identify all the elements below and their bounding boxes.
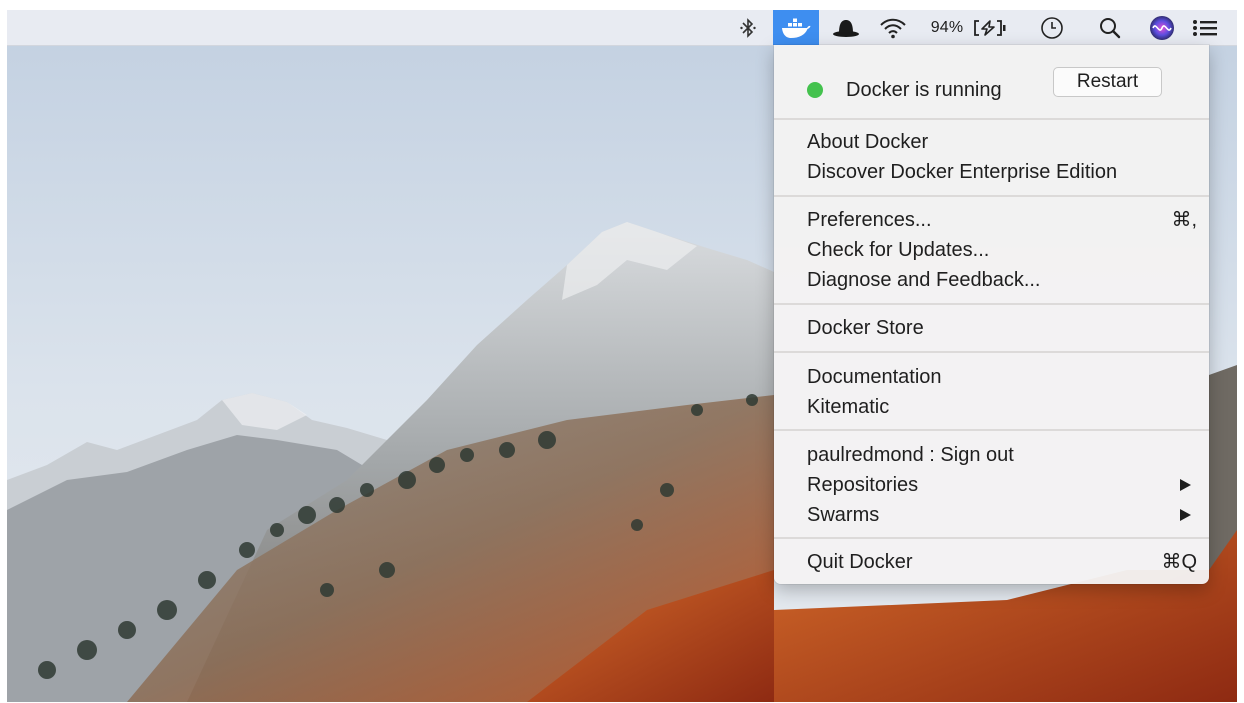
menu-item-quit-docker[interactable]: Quit Docker	[807, 550, 913, 574]
wifi-icon[interactable]	[875, 10, 911, 45]
menu-item-preferences[interactable]: Preferences...	[807, 208, 932, 232]
time-machine-icon[interactable]	[1037, 10, 1067, 45]
bluetooth-icon[interactable]	[735, 10, 761, 45]
menu-item-about-docker[interactable]: About Docker	[807, 130, 928, 154]
desktop: 94% Docker is running Restart About Dock…	[7, 10, 1237, 702]
restart-button[interactable]: Restart	[1053, 67, 1162, 97]
menu-item-discover-enterprise[interactable]: Discover Docker Enterprise Edition	[807, 160, 1117, 184]
submenu-arrow-icon	[1180, 509, 1191, 521]
docker-dropdown-menu: Docker is running Restart About Docker D…	[774, 45, 1209, 584]
menu-separator	[774, 118, 1209, 120]
menu-item-kitematic[interactable]: Kitematic	[807, 395, 889, 419]
menu-item-swarms[interactable]: Swarms	[807, 503, 879, 527]
menu-separator	[774, 429, 1209, 431]
preferences-shortcut: ⌘,	[1171, 209, 1197, 231]
battery-charging-icon[interactable]	[971, 10, 1009, 45]
menu-bar: 94%	[7, 10, 1237, 46]
menu-separator	[774, 537, 1209, 539]
menu-item-repositories[interactable]: Repositories	[807, 473, 918, 497]
quit-shortcut: ⌘Q	[1161, 551, 1197, 573]
battery-percent[interactable]: 94%	[925, 10, 969, 45]
menu-item-diagnose-feedback[interactable]: Diagnose and Feedback...	[807, 268, 1041, 292]
menu-item-check-updates[interactable]: Check for Updates...	[807, 238, 989, 262]
menu-separator	[774, 303, 1209, 305]
menu-separator	[774, 351, 1209, 353]
docker-status-text: Docker is running	[846, 79, 1002, 101]
battery-percent-label: 94%	[930, 18, 964, 36]
menu-item-sign-out[interactable]: paulredmond : Sign out	[807, 443, 1014, 467]
docker-whale-icon[interactable]	[773, 10, 819, 45]
notification-center-icon[interactable]	[1187, 10, 1223, 45]
menu-separator	[774, 195, 1209, 197]
menu-item-docker-store[interactable]: Docker Store	[807, 316, 924, 340]
siri-icon[interactable]	[1147, 10, 1177, 45]
menu-item-documentation[interactable]: Documentation	[807, 365, 942, 389]
spotlight-search-icon[interactable]	[1095, 10, 1125, 45]
status-indicator	[807, 82, 823, 98]
submenu-arrow-icon	[1180, 479, 1191, 491]
bowler-hat-icon[interactable]	[829, 10, 863, 45]
